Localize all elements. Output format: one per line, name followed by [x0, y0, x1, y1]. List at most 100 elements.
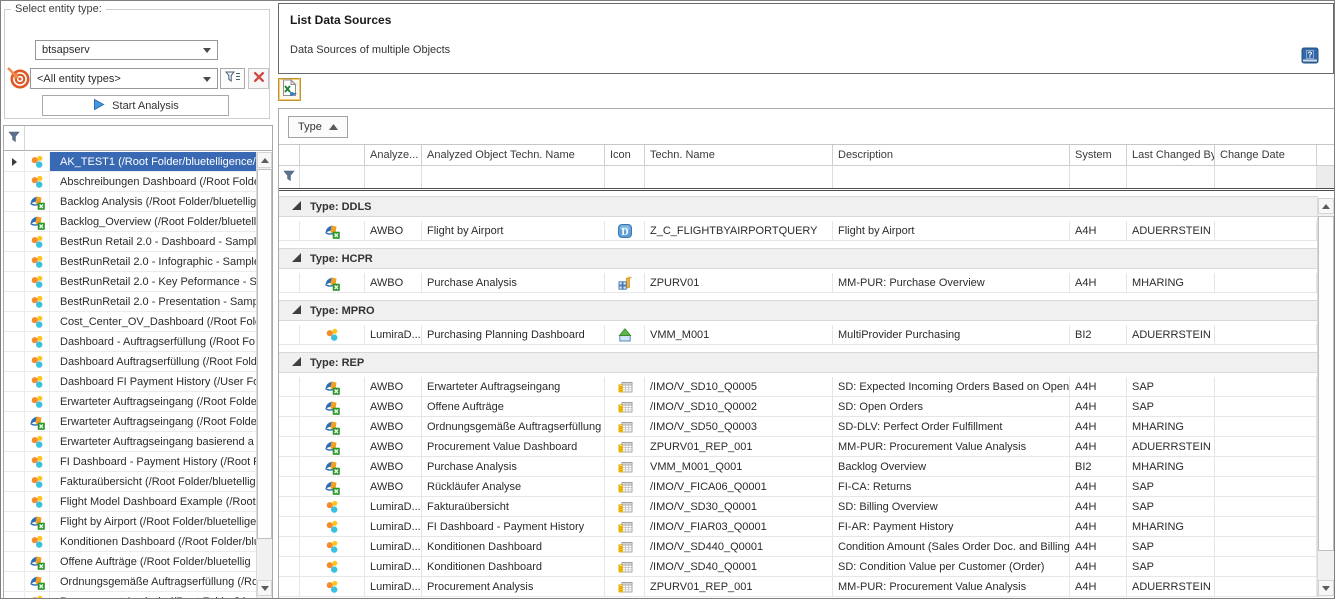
list-item[interactable]: AK_TEST1 (/Root Folder/bluetelligence/S — [4, 152, 257, 172]
group-expanded-icon[interactable] — [292, 305, 301, 317]
column-header-analyze[interactable]: Analyze... — [365, 145, 422, 165]
list-item[interactable]: BestRunRetail 2.0 - Infographic - Sample — [4, 252, 257, 272]
edit-filter-button[interactable] — [220, 68, 245, 89]
table-row[interactable]: LumiraD... Konditionen Dashboard /IMO/V_… — [279, 557, 1318, 577]
cell-analyzed-object-name: Konditionen Dashboard — [422, 537, 605, 556]
clear-filter-button[interactable] — [248, 68, 269, 89]
scroll-down-button[interactable] — [257, 580, 272, 596]
list-item[interactable]: Fakturaübersicht (/Root Folder/bluetelli… — [4, 472, 257, 492]
table-row[interactable]: AWBO Purchase Analysis VMM_M001_Q001 Bac… — [279, 457, 1318, 477]
list-item-label: FI Dashboard - Payment History (/Root F — [50, 452, 257, 471]
lumira-icon — [300, 557, 365, 576]
list-item-label: Procurement Analysis (/Root Folder/bl — [50, 592, 257, 599]
filter-cell-8[interactable] — [1127, 166, 1215, 188]
help-icon[interactable]: ? — [1301, 47, 1320, 65]
group-row[interactable]: Type: DDLS — [279, 196, 1318, 217]
server-dropdown[interactable]: btsapserv — [35, 40, 218, 60]
table-row[interactable]: LumiraD... FI Dashboard - Payment Histor… — [279, 517, 1318, 537]
list-item[interactable]: Offene Aufträge (/Root Folder/bluetellig — [4, 552, 257, 572]
scrollbar-thumb[interactable] — [257, 169, 272, 539]
list-item[interactable]: Erwarteter Auftragseingang (/Root Folde — [4, 392, 257, 412]
column-header-system[interactable]: System — [1070, 145, 1127, 165]
scroll-up-button[interactable] — [257, 152, 272, 168]
group-row[interactable]: Type: MPRO — [279, 300, 1318, 321]
group-expanded-icon[interactable] — [292, 253, 301, 265]
table-row[interactable]: LumiraD... Konditionen Dashboard /IMO/V_… — [279, 537, 1318, 557]
column-header-icon[interactable]: Icon — [605, 145, 645, 165]
table-row[interactable]: AWBO Rückläufer Analyse /IMO/V_FICA06_Q0… — [279, 477, 1318, 497]
scroll-down-button[interactable] — [1318, 580, 1334, 596]
table-row[interactable]: AWBO Ordnungsgemäße Auftragserfüllung /I… — [279, 417, 1318, 437]
list-item[interactable]: FI Dashboard - Payment History (/Root F — [4, 452, 257, 472]
scrollbar-thumb[interactable] — [1318, 216, 1334, 551]
list-item[interactable]: Abschreibungen Dashboard (/Root Folde — [4, 172, 257, 192]
filter-cell-4[interactable] — [605, 166, 645, 188]
group-row[interactable]: Type: REP — [279, 352, 1318, 373]
table-row[interactable]: LumiraD... Procurement Analysis ZPURV01_… — [279, 577, 1318, 597]
grid-scrollbar[interactable] — [1317, 198, 1334, 597]
column-header-description[interactable]: Description — [833, 145, 1070, 165]
filter-cell-7[interactable] — [1070, 166, 1127, 188]
entity-type-dropdown[interactable]: <All entity types> — [30, 68, 218, 89]
filter-cell-6[interactable] — [833, 166, 1070, 188]
list-item[interactable]: Backlog Analysis (/Root Folder/bluetelli… — [4, 192, 257, 212]
list-item-label: Fakturaübersicht (/Root Folder/bluetelli… — [50, 472, 257, 491]
group-expanded-icon[interactable] — [292, 201, 301, 213]
filter-cell-5[interactable] — [645, 166, 833, 188]
list-item[interactable]: Cost_Center_OV_Dashboard (/Root Fold — [4, 312, 257, 332]
list-item[interactable]: Flight Model Dashboard Example (/Root — [4, 492, 257, 512]
row-indicator-cell — [279, 457, 300, 476]
entity-list-filter-input[interactable] — [25, 126, 272, 150]
list-item[interactable]: BestRunRetail 2.0 - Key Peformance - Sa — [4, 272, 257, 292]
filter-cell-1[interactable] — [300, 166, 365, 188]
filter-cell-9[interactable] — [1215, 166, 1317, 188]
cell-analyze-tool: AWBO — [365, 377, 422, 396]
column-header-blank-1[interactable] — [300, 145, 365, 165]
group-by-chip-type[interactable]: Type — [288, 116, 348, 138]
start-analysis-button[interactable]: Start Analysis — [42, 95, 229, 116]
list-item[interactable]: Flight by Airport (/Root Folder/bluetell… — [4, 512, 257, 532]
table-row[interactable]: AWBO Purchase Analysis ZPURV01 MM-PUR: P… — [279, 273, 1318, 293]
list-item[interactable]: Konditionen Dashboard (/Root Folder/blu — [4, 532, 257, 552]
list-item[interactable]: Erwarteter Auftragseingang basierend a — [4, 432, 257, 452]
lumira-icon — [25, 352, 50, 371]
chevron-down-icon — [203, 48, 211, 53]
column-header-change-date[interactable]: Change Date — [1215, 145, 1317, 165]
list-item[interactable]: Dashboard - Auftragserfüllung (/Root Fo — [4, 332, 257, 352]
column-header-blank-0[interactable] — [279, 145, 300, 165]
list-item[interactable]: Backlog_Overview (/Root Folder/bluetell — [4, 212, 257, 232]
page-title: List Data Sources — [290, 13, 391, 27]
list-item-label: Offene Aufträge (/Root Folder/bluetellig — [50, 552, 257, 571]
table-row[interactable]: AWBO Procurement Value Dashboard ZPURV01… — [279, 437, 1318, 457]
list-item[interactable]: Dashboard Auftragserfüllung (/Root Fold — [4, 352, 257, 372]
server-dropdown-value: btsapserv — [42, 44, 90, 56]
cell-analyze-tool: LumiraD... — [365, 557, 422, 576]
table-row[interactable]: LumiraD... Purchasing Planning Dashboard… — [279, 325, 1318, 345]
list-item[interactable]: Erwarteter Auftragseingang (/Root Folde — [4, 412, 257, 432]
column-header-last-changed-by[interactable]: Last Changed By — [1127, 145, 1215, 165]
list-item[interactable]: Ordnungsgemäße Auftragserfüllung (/Ro — [4, 572, 257, 592]
cell-last-changed-by: SAP — [1127, 397, 1215, 416]
cell-last-changed-by: MHARING — [1127, 273, 1215, 292]
group-row[interactable]: Type: HCPR — [279, 248, 1318, 269]
column-header-techn-name[interactable]: Techn. Name — [645, 145, 833, 165]
filter-cell-3[interactable] — [422, 166, 605, 188]
table-row[interactable]: AWBO Offene Aufträge /IMO/V_SD10_Q0002 S… — [279, 397, 1318, 417]
list-item[interactable]: Procurement Analysis (/Root Folder/bl — [4, 592, 257, 599]
column-header-analyzed-object-techn-name[interactable]: Analyzed Object Techn. Name — [422, 145, 605, 165]
list-item[interactable]: BestRun Retail 2.0 - Dashboard - Sample — [4, 232, 257, 252]
export-to-excel-button[interactable] — [278, 78, 301, 101]
filter-cell-2[interactable] — [365, 166, 422, 188]
list-item[interactable]: BestRunRetail 2.0 - Presentation - Samp — [4, 292, 257, 312]
table-row[interactable]: LumiraD... Fakturaübersicht /IMO/V_SD30_… — [279, 497, 1318, 517]
filter-cell-0[interactable] — [279, 166, 300, 188]
row-indicator-cell — [279, 273, 300, 292]
cell-analyze-tool: AWBO — [365, 397, 422, 416]
entity-list-scrollbar[interactable] — [256, 152, 272, 599]
group-expanded-icon[interactable] — [292, 357, 301, 369]
list-item-label: Erwarteter Auftragseingang basierend a — [50, 432, 257, 451]
table-row[interactable]: AWBO Flight by Airport D Z_C_FLIGHTBYAIR… — [279, 221, 1318, 241]
table-row[interactable]: AWBO Erwarteter Auftragseingang /IMO/V_S… — [279, 377, 1318, 397]
list-item[interactable]: Dashboard FI Payment History (/User Fo — [4, 372, 257, 392]
scroll-up-button[interactable] — [1318, 198, 1334, 214]
